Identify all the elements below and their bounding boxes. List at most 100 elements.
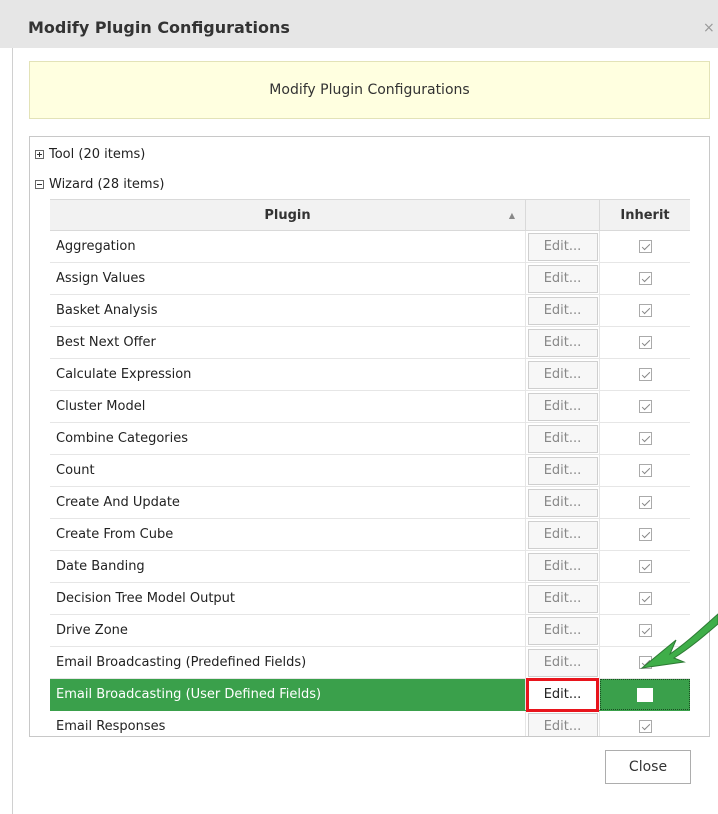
plugin-name-cell[interactable]: Email Broadcasting (Predefined Fields) bbox=[50, 647, 526, 678]
edit-button[interactable]: Edit... bbox=[527, 616, 598, 645]
edit-button[interactable]: Edit... bbox=[527, 584, 598, 613]
dialog-title: Modify Plugin Configurations bbox=[28, 18, 290, 37]
table-row[interactable]: Create And Update Edit... bbox=[50, 487, 690, 519]
inherit-cell bbox=[600, 711, 690, 736]
edit-button[interactable]: Edit... bbox=[527, 712, 598, 736]
table-row[interactable]: Create From Cube Edit... bbox=[50, 519, 690, 551]
grid-viewport: Tool (20 items) Wizard (28 items) Plugin… bbox=[30, 137, 690, 736]
edit-button[interactable]: Edit... bbox=[527, 456, 598, 485]
table-row[interactable]: Email Broadcasting (User Defined Fields)… bbox=[50, 677, 690, 712]
edit-button[interactable]: Edit... bbox=[527, 232, 598, 261]
annotation-arrow-icon bbox=[640, 613, 718, 669]
table-row[interactable]: Combine Categories Edit... bbox=[50, 423, 690, 455]
close-icon[interactable]: × bbox=[703, 20, 715, 36]
plugin-grid: Tool (20 items) Wizard (28 items) Plugin… bbox=[29, 136, 710, 737]
table-row[interactable]: Cluster Model Edit... bbox=[50, 391, 690, 423]
table-row[interactable]: Assign Values Edit... bbox=[50, 263, 690, 295]
inherit-cell bbox=[600, 679, 690, 710]
plugin-rows: Aggregation Edit... Assign Values Edit... Ba… bbox=[50, 231, 690, 736]
inherit-checkbox[interactable] bbox=[638, 528, 652, 541]
plugin-name-cell[interactable]: Create And Update bbox=[50, 487, 526, 518]
collapse-icon[interactable] bbox=[35, 179, 44, 189]
table-row[interactable]: Drive Zone Edit... bbox=[50, 615, 690, 647]
edit-cell: Edit... bbox=[526, 615, 600, 646]
plugin-name-cell[interactable]: Assign Values bbox=[50, 263, 526, 294]
sort-ascending-icon: ▲ bbox=[508, 211, 515, 220]
table-row[interactable]: Decision Tree Model Output Edit... bbox=[50, 583, 690, 615]
plugin-name-cell[interactable]: Aggregation bbox=[50, 231, 526, 262]
table-row[interactable]: Email Broadcasting (Predefined Fields) Ed… bbox=[50, 647, 690, 679]
inherit-cell bbox=[600, 391, 690, 422]
close-button[interactable]: Close bbox=[605, 750, 691, 784]
plugin-name-cell[interactable]: Email Responses bbox=[50, 711, 526, 736]
group-row-wizard[interactable]: Wizard (28 items) bbox=[30, 169, 690, 199]
edit-cell: Edit... bbox=[526, 711, 600, 736]
edit-cell: Edit... bbox=[526, 551, 600, 582]
column-header-inherit[interactable]: Inherit bbox=[600, 200, 690, 230]
edit-button[interactable]: Edit... bbox=[527, 552, 598, 581]
inherit-checkbox[interactable] bbox=[638, 272, 652, 285]
plugin-name-cell[interactable]: Best Next Offer bbox=[50, 327, 526, 358]
expand-icon[interactable] bbox=[35, 149, 44, 159]
table-row[interactable]: Email Responses Edit... bbox=[50, 711, 690, 736]
inherit-checkbox[interactable] bbox=[638, 368, 652, 381]
table-row[interactable]: Date Banding Edit... bbox=[50, 551, 690, 583]
plugin-name-cell[interactable]: Email Broadcasting (User Defined Fields) bbox=[50, 679, 526, 710]
plugin-name-cell[interactable]: Basket Analysis bbox=[50, 295, 526, 326]
edit-cell: Edit... bbox=[526, 455, 600, 486]
inherit-cell bbox=[600, 327, 690, 358]
plugin-name-cell[interactable]: Cluster Model bbox=[50, 391, 526, 422]
inherit-checkbox[interactable] bbox=[637, 687, 653, 702]
edit-button[interactable]: Edit... bbox=[527, 424, 598, 453]
plugin-name-cell[interactable]: Combine Categories bbox=[50, 423, 526, 454]
inherit-checkbox[interactable] bbox=[638, 304, 652, 317]
table-row[interactable]: Basket Analysis Edit... bbox=[50, 295, 690, 327]
plugin-name-cell[interactable]: Decision Tree Model Output bbox=[50, 583, 526, 614]
table-row[interactable]: Best Next Offer Edit... bbox=[50, 327, 690, 359]
column-header-label: Plugin bbox=[264, 207, 311, 223]
edit-cell: Edit... bbox=[526, 327, 600, 358]
column-header-edit bbox=[526, 200, 600, 230]
inherit-cell bbox=[600, 519, 690, 550]
edit-button[interactable]: Edit... bbox=[527, 264, 598, 293]
edit-button[interactable]: Edit... bbox=[526, 677, 599, 712]
edit-cell: Edit... bbox=[526, 231, 600, 262]
edit-cell: Edit... bbox=[526, 519, 600, 550]
inherit-checkbox[interactable] bbox=[638, 336, 652, 349]
plugin-name-cell[interactable]: Create From Cube bbox=[50, 519, 526, 550]
group-row-tool[interactable]: Tool (20 items) bbox=[30, 139, 690, 169]
inherit-checkbox[interactable] bbox=[638, 560, 652, 573]
plugin-name-cell[interactable]: Date Banding bbox=[50, 551, 526, 582]
inherit-cell bbox=[600, 359, 690, 390]
edit-button[interactable]: Edit... bbox=[527, 392, 598, 421]
plugin-name-cell[interactable]: Count bbox=[50, 455, 526, 486]
edit-button[interactable]: Edit... bbox=[527, 360, 598, 389]
dialog-frame bbox=[12, 48, 13, 814]
title-bar: Modify Plugin Configurations × bbox=[0, 0, 718, 48]
edit-cell: Edit... bbox=[526, 423, 600, 454]
column-header-plugin[interactable]: Plugin ▲ bbox=[50, 200, 526, 230]
inherit-checkbox[interactable] bbox=[638, 496, 652, 509]
group-label: Wizard (28 items) bbox=[49, 176, 165, 192]
edit-button[interactable]: Edit... bbox=[527, 296, 598, 325]
table-row[interactable]: Calculate Expression Edit... bbox=[50, 359, 690, 391]
edit-button[interactable]: Edit... bbox=[527, 648, 598, 677]
inherit-checkbox[interactable] bbox=[638, 432, 652, 445]
table-row[interactable]: Count Edit... bbox=[50, 455, 690, 487]
edit-button[interactable]: Edit... bbox=[527, 488, 598, 517]
plugin-name-cell[interactable]: Calculate Expression bbox=[50, 359, 526, 390]
inherit-cell bbox=[600, 295, 690, 326]
edit-cell: Edit... bbox=[526, 647, 600, 678]
plugin-name-cell[interactable]: Drive Zone bbox=[50, 615, 526, 646]
banner-text: Modify Plugin Configurations bbox=[269, 82, 470, 98]
inherit-checkbox[interactable] bbox=[638, 720, 652, 733]
table-row[interactable]: Aggregation Edit... bbox=[50, 231, 690, 263]
inherit-checkbox[interactable] bbox=[638, 400, 652, 413]
column-header-row: Plugin ▲ Inherit bbox=[50, 199, 690, 231]
inherit-checkbox[interactable] bbox=[638, 240, 652, 253]
inherit-checkbox[interactable] bbox=[638, 464, 652, 477]
edit-button[interactable]: Edit... bbox=[527, 520, 598, 549]
edit-cell: Edit... bbox=[526, 295, 600, 326]
inherit-checkbox[interactable] bbox=[638, 592, 652, 605]
edit-button[interactable]: Edit... bbox=[527, 328, 598, 357]
